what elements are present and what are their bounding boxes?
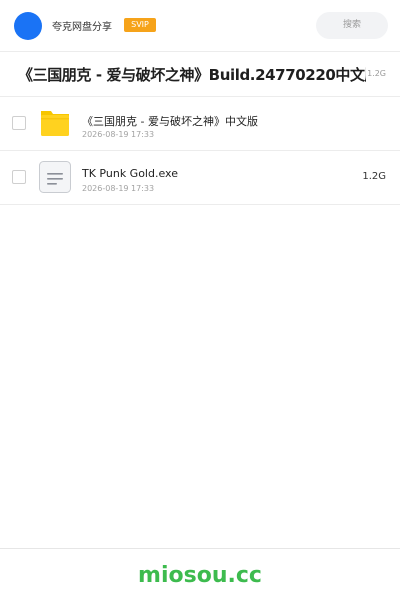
file-date: 2026-08-19 17:33 <box>82 184 155 193</box>
footer: miosou.cc <box>0 548 400 600</box>
folder-icon <box>38 106 72 140</box>
file-checkbox[interactable] <box>12 116 26 130</box>
document-icon <box>38 160 72 194</box>
brand-watermark: miosou.cc <box>138 563 262 588</box>
file-checkbox[interactable] <box>12 170 26 184</box>
avatar[interactable] <box>14 12 42 40</box>
share-title: 《三国朋克 - 爱与破坏之神》Build.24770220中文版 <box>18 66 366 84</box>
share-title-row: 《三国朋克 - 爱与破坏之神》Build.24770220中文版 1.2G <box>0 53 400 97</box>
file-date: 2026-08-19 17:33 <box>82 130 155 139</box>
search-input[interactable]: 搜索 <box>316 12 388 39</box>
file-name[interactable]: 《三国朋克 - 爱与破坏之神》中文版 <box>82 113 258 129</box>
file-size: 1.2G <box>362 171 386 182</box>
svip-badge: SVIP <box>124 18 156 32</box>
file-row[interactable]: TK Punk Gold.exe 2026-08-19 17:33 1.2G <box>0 151 400 205</box>
app-name: 夸克网盘分享 <box>52 22 112 33</box>
header: 夸克网盘分享 SVIP 搜索 <box>0 0 400 52</box>
file-name[interactable]: TK Punk Gold.exe <box>82 167 178 180</box>
file-row[interactable]: 《三国朋克 - 爱与破坏之神》中文版 2026-08-19 17:33 <box>0 97 400 151</box>
share-total-size: 1.2G <box>367 69 386 78</box>
